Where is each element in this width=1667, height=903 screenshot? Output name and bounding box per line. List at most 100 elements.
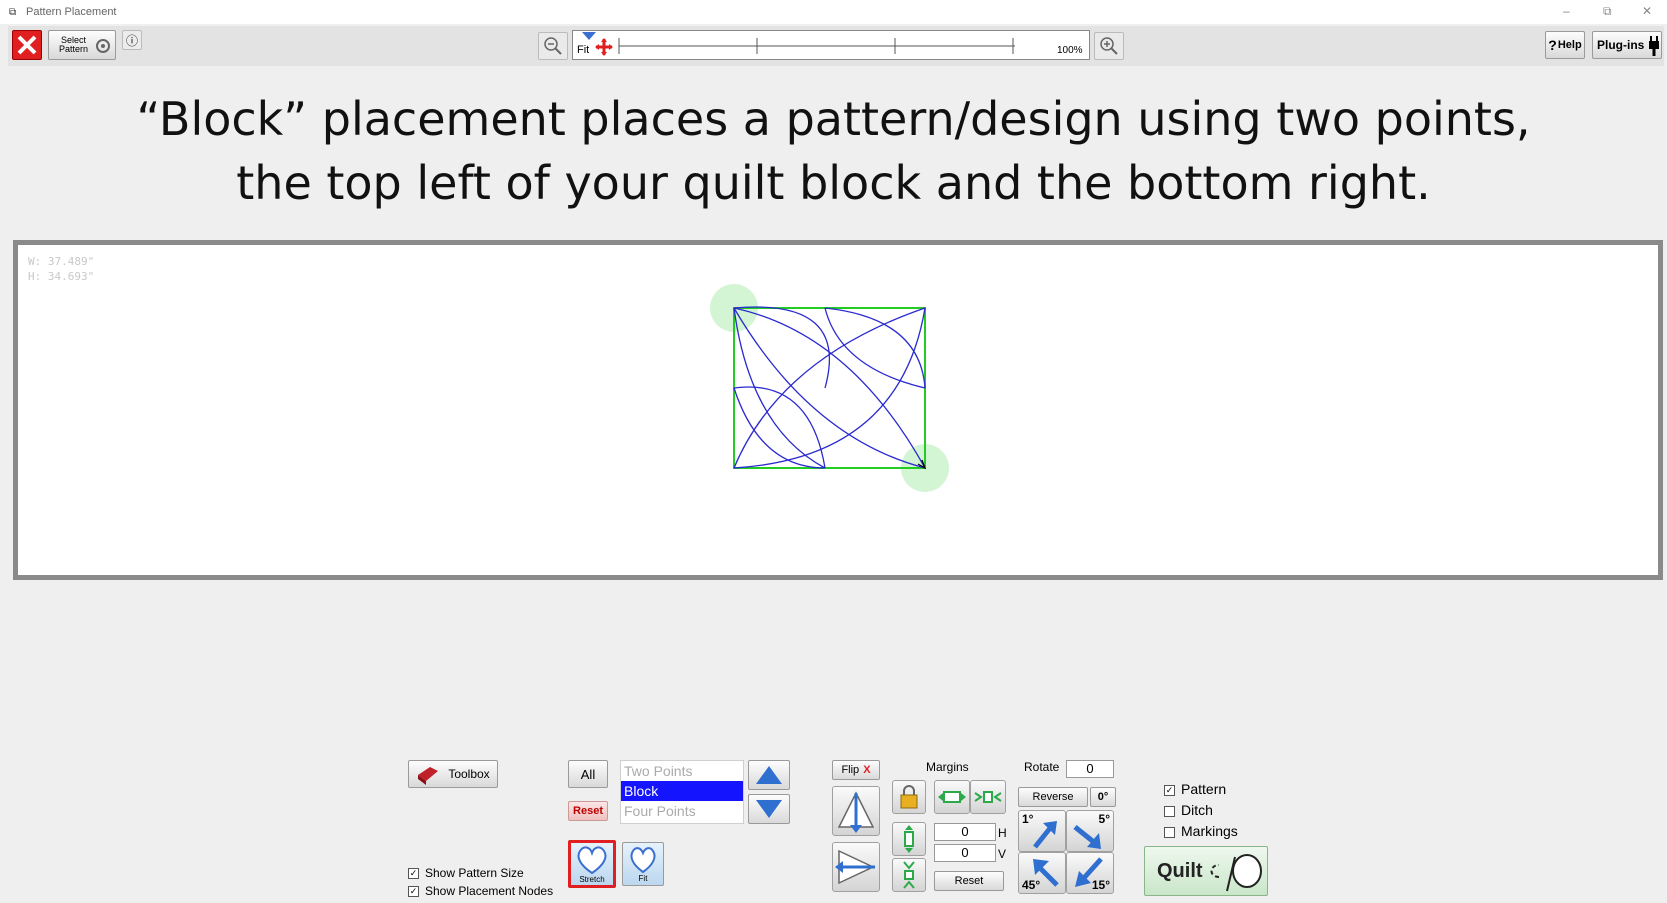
flip-horizontal-icon <box>835 849 875 885</box>
placement-option-two-points[interactable]: Two Points <box>621 761 743 781</box>
window-title: Pattern Placement <box>26 6 117 18</box>
shrink-horizontal-icon <box>974 791 1002 803</box>
lock-margins-button[interactable] <box>892 780 926 814</box>
close-window-button[interactable]: ✕ <box>1642 4 1652 18</box>
plug-icon <box>1649 36 1659 56</box>
expand-horizontal-icon <box>938 791 966 803</box>
placement-option-block[interactable]: Block <box>621 781 743 801</box>
rotate-arrow-icon <box>1033 821 1057 849</box>
rotate-arrow-icon <box>1033 859 1059 887</box>
rotate-15-button[interactable]: 15° <box>1066 852 1114 894</box>
checkbox-checked-icon: ✓ <box>1164 784 1175 796</box>
stretch-button[interactable]: Stretch <box>568 840 616 888</box>
app-icon: ⧉ <box>9 7 17 18</box>
placement-option-four-points[interactable]: Four Points <box>621 801 743 821</box>
reset-button[interactable]: Reset <box>568 801 608 821</box>
select-pattern-button[interactable]: Select Pattern <box>48 30 116 60</box>
markings-checkbox[interactable]: Markings <box>1164 823 1238 839</box>
ditch-checkbox-label: Ditch <box>1181 802 1213 818</box>
toolbox-button[interactable]: Toolbox <box>408 760 498 788</box>
checkbox-unchecked-icon <box>1164 805 1175 817</box>
fit-label: Fit <box>638 873 648 883</box>
flip-button[interactable]: Flip X <box>832 760 880 780</box>
expand-vertical-icon <box>904 825 914 853</box>
rotate-1-button[interactable]: 1° <box>1018 810 1066 852</box>
pattern-design <box>733 306 926 469</box>
show-placement-nodes-checkbox[interactable]: ✓ Show Placement Nodes <box>408 884 553 898</box>
lock-icon <box>900 785 918 809</box>
shrink-horizontal-button[interactable] <box>970 780 1006 814</box>
markings-checkbox-label: Markings <box>1181 823 1238 839</box>
rotate-arrow-icon <box>1073 825 1101 849</box>
rotate-zero-button[interactable]: 0° <box>1090 787 1116 807</box>
restore-button[interactable]: ⧉ <box>1603 4 1612 19</box>
quilt-stitch-icon <box>1210 854 1262 892</box>
heading-line-1: “Block” placement places a pattern/desig… <box>136 92 1531 146</box>
zoom-slider[interactable]: Fit 100% <box>572 30 1090 60</box>
gear-icon <box>96 39 110 53</box>
toolbox-icon <box>418 767 439 785</box>
help-label: Help <box>1557 39 1582 51</box>
width-readout: W: 37.489" <box>28 255 95 268</box>
rotate-input[interactable]: 0 <box>1066 760 1114 778</box>
zoom-out-icon <box>544 37 562 55</box>
ditch-checkbox[interactable]: Ditch <box>1164 802 1213 818</box>
checkbox-checked-icon: ✓ <box>408 886 419 898</box>
show-placement-nodes-label: Show Placement Nodes <box>425 884 554 898</box>
rotate-45-button[interactable]: 45° <box>1018 852 1066 894</box>
margins-label: Margins <box>926 760 969 774</box>
arrow-down-icon <box>756 800 782 818</box>
fit-button[interactable]: Fit <box>622 842 664 886</box>
help-button[interactable]: ? Help <box>1545 31 1585 59</box>
expand-vertical-button[interactable] <box>892 822 926 856</box>
plugins-button[interactable]: Plug-ins <box>1592 31 1662 59</box>
quilt-button[interactable]: Quilt <box>1144 846 1268 896</box>
zoom-in-icon <box>1100 37 1118 55</box>
flip-horizontal-button[interactable] <box>832 842 880 892</box>
height-readout: H: 34.693" <box>28 270 95 283</box>
flip-vertical-icon <box>837 791 875 833</box>
placement-mode-list[interactable]: Two Points Block Four Points <box>620 760 744 824</box>
info-button[interactable]: ⓘ <box>122 30 142 50</box>
checkbox-checked-icon: ✓ <box>408 868 419 880</box>
show-pattern-size-checkbox[interactable]: ✓ Show Pattern Size <box>408 866 524 880</box>
margin-h-input[interactable]: 0 <box>934 823 996 841</box>
close-icon <box>17 35 37 55</box>
pattern-checkbox[interactable]: ✓ Pattern <box>1164 781 1226 797</box>
heading-line-2: the top left of your quilt block and the… <box>236 156 1431 210</box>
rotate-arrow-icon <box>1075 857 1103 887</box>
heart-icon <box>577 845 607 874</box>
scroll-down-button[interactable] <box>748 794 790 824</box>
pattern-preview[interactable] <box>700 278 960 498</box>
all-button[interactable]: All <box>568 760 608 788</box>
flip-vertical-button[interactable] <box>832 786 880 836</box>
shrink-vertical-icon <box>903 861 915 889</box>
zoom-track <box>618 38 1015 54</box>
zoom-in-button[interactable] <box>1094 32 1124 60</box>
margins-reset-button[interactable]: Reset <box>934 871 1004 891</box>
zoom-fit-label: Fit <box>577 44 590 56</box>
flip-x-label: X <box>863 764 871 776</box>
rotate-label: Rotate <box>1024 760 1060 774</box>
toolbox-label: Toolbox <box>448 767 490 781</box>
shrink-vertical-button[interactable] <box>892 858 926 892</box>
rotate-5-button[interactable]: 5° <box>1066 810 1114 852</box>
margin-h-unit: H <box>998 826 1007 840</box>
reverse-button[interactable]: Reverse <box>1018 787 1088 807</box>
plugins-label: Plug-ins <box>1597 38 1645 52</box>
title-bar: ⧉ Pattern Placement – ⧉ ✕ <box>0 0 1667 24</box>
zoom-out-button[interactable] <box>538 32 568 60</box>
move-icon <box>595 38 613 56</box>
margin-v-unit: V <box>998 847 1007 861</box>
pattern-checkbox-label: Pattern <box>1181 781 1227 797</box>
flip-label: Flip <box>841 764 860 776</box>
arrow-up-icon <box>756 766 782 784</box>
expand-horizontal-button[interactable] <box>934 780 970 814</box>
scroll-up-button[interactable] <box>748 760 790 790</box>
close-pattern-button[interactable] <box>12 30 42 60</box>
minimize-button[interactable]: – <box>1563 4 1570 18</box>
quilt-label: Quilt <box>1157 859 1203 882</box>
select-pattern-label-2: Pattern <box>59 44 89 54</box>
margin-v-input[interactable]: 0 <box>934 844 996 862</box>
zoom-level: 100% <box>1057 45 1083 56</box>
